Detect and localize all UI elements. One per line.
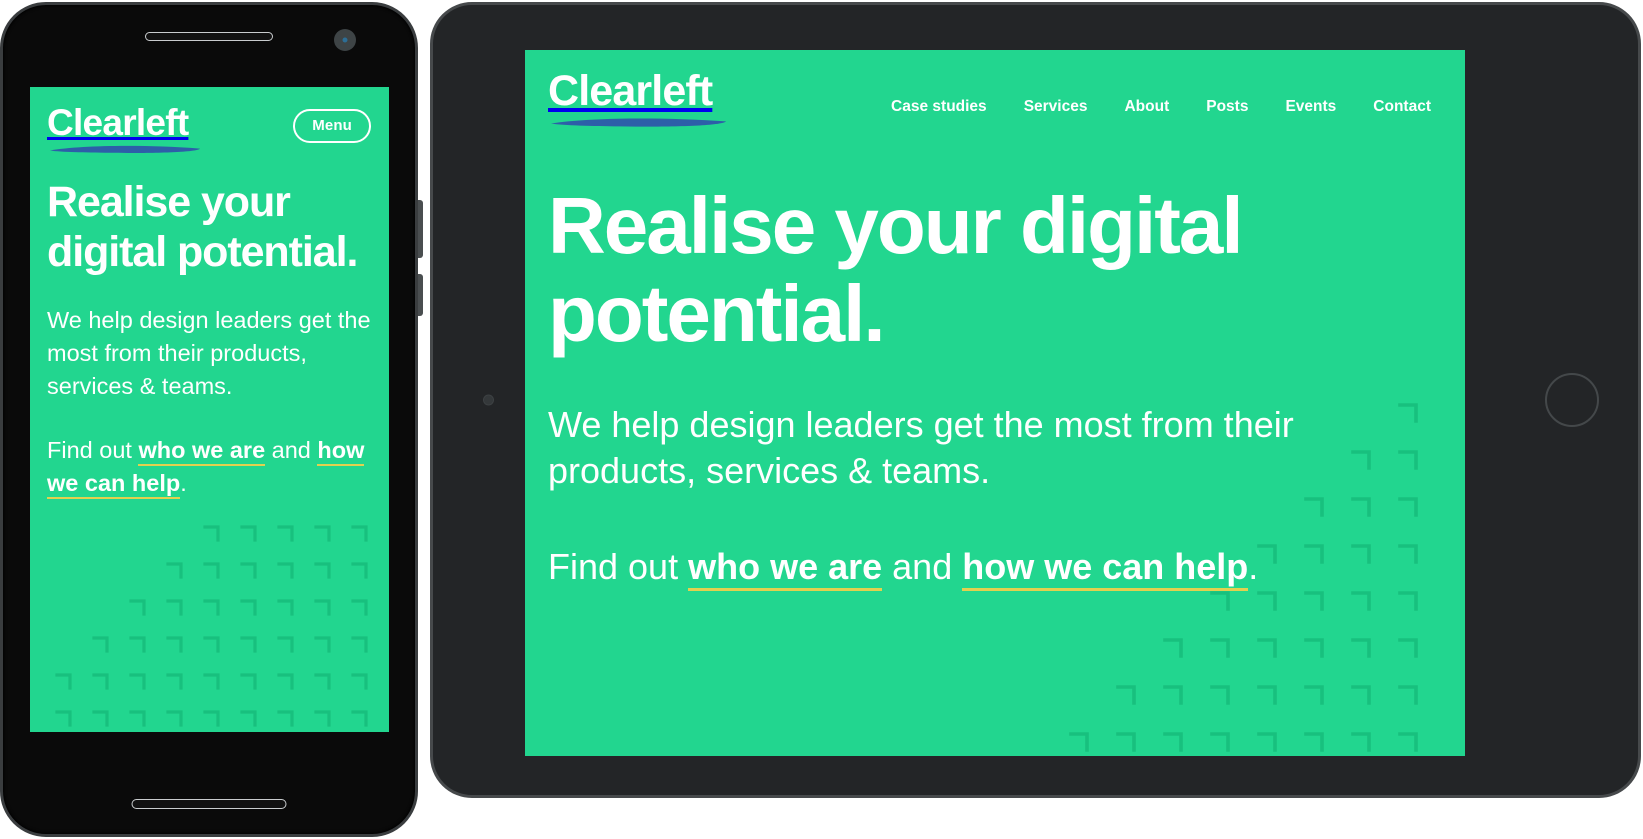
screenshot-stage: Clearleft Menu Realise your digital pote… xyxy=(0,0,1643,839)
phone-power-button[interactable] xyxy=(418,274,423,316)
nav-list: Case studies Services About Posts Events… xyxy=(891,98,1431,116)
logo-brush-underline-icon xyxy=(551,118,726,127)
phone-hero: Realise your digital potential. We help … xyxy=(30,155,389,500)
cta-prefix-text: Find out xyxy=(548,546,689,588)
phone-viewport: Clearleft Menu Realise your digital pote… xyxy=(30,87,389,732)
nav-item: Case studies xyxy=(891,98,987,116)
phone-volume-button[interactable] xyxy=(418,200,423,258)
nav-link-events[interactable]: Events xyxy=(1285,98,1336,116)
phone-earpiece-speaker-icon xyxy=(145,32,273,41)
phone-header: Clearleft Menu xyxy=(30,87,389,155)
cta-suffix-text: . xyxy=(180,470,187,497)
page-title: Realise your digital potential. xyxy=(548,181,1244,358)
nav-item: Contact xyxy=(1373,98,1431,116)
nav-link-about[interactable]: About xyxy=(1124,98,1169,116)
link-who-we-are[interactable]: who we are xyxy=(138,436,266,466)
menu-button[interactable]: Menu xyxy=(293,109,371,143)
primary-navigation: Case studies Services About Posts Events… xyxy=(891,84,1431,116)
tablet-front-camera-icon xyxy=(483,394,494,406)
nav-link-posts[interactable]: Posts xyxy=(1206,98,1248,116)
logo-clearleft[interactable]: Clearleft xyxy=(548,70,731,129)
link-who-we-are[interactable]: who we are xyxy=(688,546,883,592)
hero-cta-line: Find out who we are and how we can help. xyxy=(47,434,371,501)
smartphone-mockup: Clearleft Menu Realise your digital pote… xyxy=(0,2,423,837)
phone-bottom-speaker-icon xyxy=(131,799,287,809)
link-how-we-can-help[interactable]: how we can help xyxy=(962,546,1249,592)
tablet-viewport: Clearleft Case studies Services About Po… xyxy=(525,50,1465,756)
logo-brush-underline-icon xyxy=(50,145,200,153)
tablet-home-button[interactable] xyxy=(1545,373,1599,427)
nav-item: Events xyxy=(1285,98,1336,116)
nav-link-case-studies[interactable]: Case studies xyxy=(891,98,987,116)
tablet-header: Clearleft Case studies Services About Po… xyxy=(525,50,1465,129)
nav-link-contact[interactable]: Contact xyxy=(1373,98,1431,116)
page-title: Realise your digital potential. xyxy=(47,178,358,277)
cta-middle-text: and xyxy=(882,546,963,588)
phone-front-camera-icon xyxy=(334,29,356,51)
hero-description: We help design leaders get the most from… xyxy=(548,404,1294,492)
nav-item: Services xyxy=(1024,98,1088,116)
logo-wordmark: Clearleft xyxy=(47,102,189,143)
logo-clearleft[interactable]: Clearleft xyxy=(47,104,205,155)
nav-item: Posts xyxy=(1206,98,1248,116)
cta-suffix-text: . xyxy=(1248,546,1259,588)
tablet-mockup: Clearleft Case studies Services About Po… xyxy=(430,2,1641,798)
tablet-hero: Realise your digital potential. We help … xyxy=(525,129,1465,592)
cta-prefix-text: Find out xyxy=(47,436,139,463)
cta-middle-text: and xyxy=(265,436,318,463)
nav-link-services[interactable]: Services xyxy=(1024,98,1088,116)
hero-cta-line: Find out who we are and how we can help. xyxy=(548,544,1435,592)
logo-wordmark: Clearleft xyxy=(548,67,713,115)
hero-description: We help design leaders get the most from… xyxy=(47,306,371,400)
nav-item: About xyxy=(1124,98,1169,116)
